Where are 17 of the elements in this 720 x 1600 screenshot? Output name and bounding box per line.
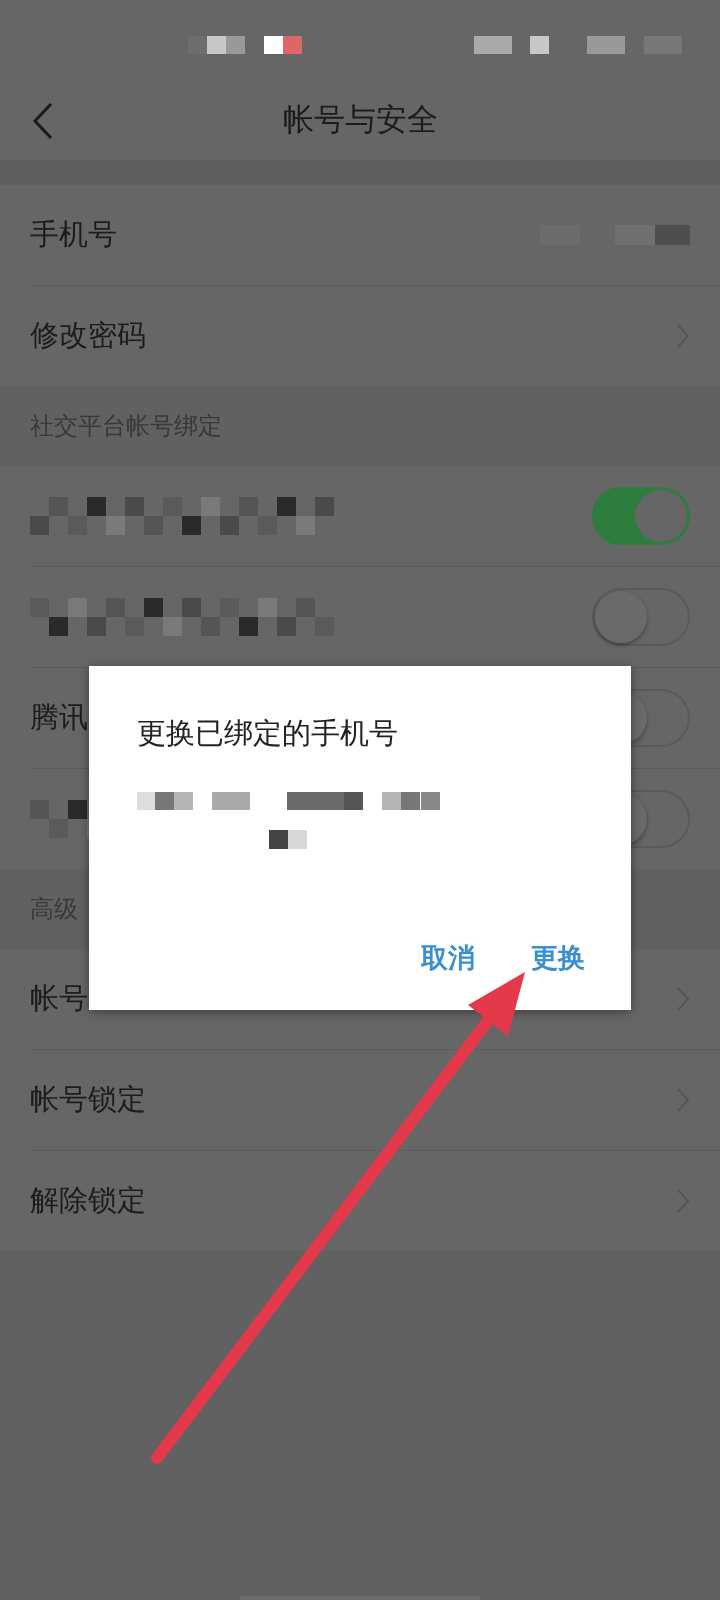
back-icon[interactable] <box>32 102 54 140</box>
toggle-switch[interactable] <box>592 487 690 545</box>
row-label: 腾讯 <box>30 699 88 736</box>
row-label: 修改密码 <box>30 317 146 354</box>
dialog-title: 更换已绑定的手机号 <box>137 715 399 752</box>
row-label: 帐号 <box>30 980 88 1017</box>
settings-row[interactable]: 帐号锁定 <box>30 1050 720 1151</box>
settings-row[interactable]: 修改密码 <box>30 286 720 386</box>
settings-row[interactable]: 解除锁定 <box>30 1151 720 1251</box>
toggle-switch[interactable] <box>592 588 690 646</box>
dialog-button[interactable]: 取消 <box>413 936 483 980</box>
settings-row[interactable]: 手机号 <box>30 185 720 286</box>
row-label: 帐号锁定 <box>30 1081 146 1118</box>
row-label: 手机号 <box>30 216 117 253</box>
row-label: 解除锁定 <box>30 1182 146 1219</box>
page-title: 帐号与安全 <box>282 100 438 139</box>
dialog-button[interactable]: 更换 <box>523 936 593 980</box>
